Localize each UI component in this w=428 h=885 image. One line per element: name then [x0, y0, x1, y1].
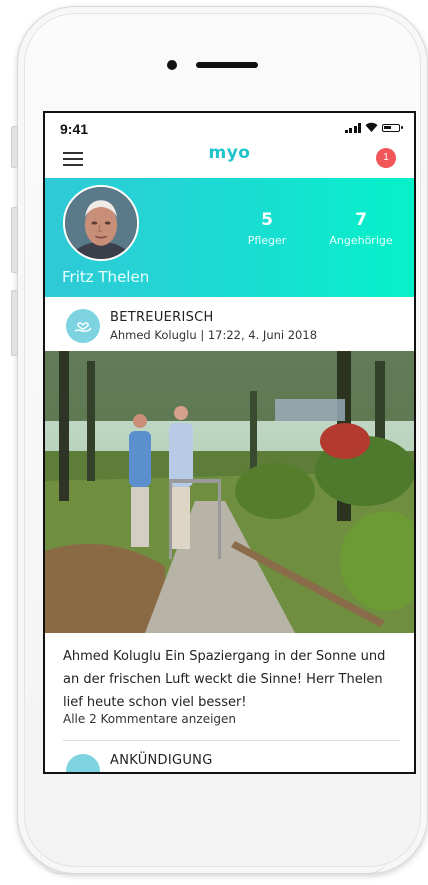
stat-angehoerige[interactable]: 7 Angehörige — [323, 210, 399, 247]
stat-value: 5 — [261, 210, 273, 230]
heart-hand-icon — [66, 309, 100, 343]
top-navbar: myo 1 — [45, 139, 414, 177]
status-time: 9:41 — [60, 121, 89, 137]
post-meta: Ahmed Koluglu | 17:22, 4. Juni 2018 — [110, 328, 318, 342]
volume-down-button — [11, 290, 18, 356]
app-logo: myo — [208, 143, 251, 163]
post-header: BETREUERISCH Ahmed Koluglu | 17:22, 4. J… — [45, 299, 414, 351]
volume-up-button — [11, 207, 18, 273]
show-comments-link[interactable]: Alle 2 Kommentare anzeigen — [63, 712, 236, 726]
post-photo[interactable] — [45, 351, 414, 633]
status-icons — [344, 122, 403, 134]
earpiece-speaker — [196, 62, 258, 68]
profile-name: Fritz Thelen — [62, 268, 150, 286]
app-screen: 9:41 myo 1 Fritz Thelen 5 Pfleger 7 Ange… — [43, 111, 416, 774]
post-category: BETREUERISCH — [110, 310, 214, 325]
avatar[interactable] — [63, 185, 139, 261]
post-caption: Ahmed Koluglu Ein Spaziergang in der Son… — [63, 645, 405, 714]
stat-pfleger[interactable]: 5 Pfleger — [237, 210, 297, 247]
signal-icon — [344, 123, 361, 133]
status-bar: 9:41 — [45, 113, 414, 139]
stat-value: 7 — [355, 210, 367, 230]
megaphone-icon — [66, 754, 100, 772]
battery-icon — [382, 124, 403, 132]
wifi-icon — [365, 122, 378, 134]
stat-label: Pfleger — [247, 234, 287, 247]
post-author[interactable]: Ahmed Koluglu — [63, 649, 161, 664]
next-post-category: ANKÜNDIGUNG — [110, 753, 213, 768]
phone-bottom-edge — [40, 855, 388, 874]
front-camera — [167, 60, 177, 70]
post-divider — [63, 740, 400, 741]
mute-switch — [11, 126, 18, 168]
notification-badge[interactable]: 1 — [376, 148, 396, 168]
stat-label: Angehörige — [329, 234, 393, 247]
profile-header: Fritz Thelen 5 Pfleger 7 Angehörige — [45, 178, 414, 297]
